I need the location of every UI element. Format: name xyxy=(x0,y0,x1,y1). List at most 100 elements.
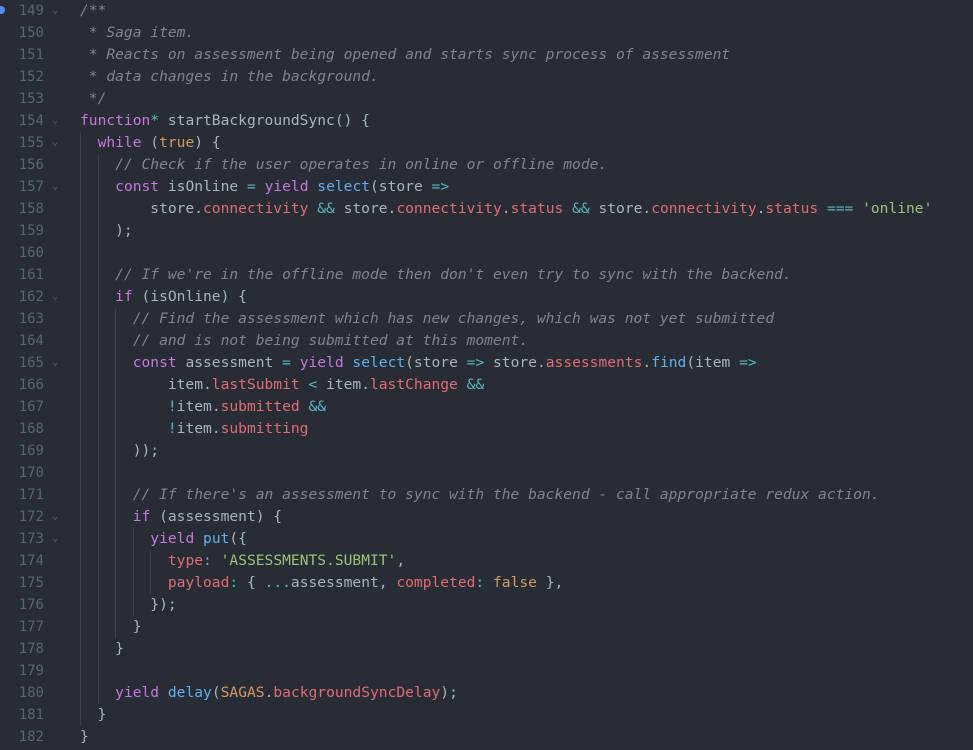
fold-chevron-icon[interactable]: ⌄ xyxy=(49,352,61,374)
code-text[interactable]: } xyxy=(80,704,107,726)
code-text[interactable]: yield put({ xyxy=(80,528,247,550)
code-text[interactable]: const assessment = yield select(store =>… xyxy=(80,352,757,374)
line-number[interactable]: 152 xyxy=(0,66,44,88)
line-number[interactable]: 181 xyxy=(0,704,44,726)
code-line[interactable]: 163 // Find the assessment which has new… xyxy=(0,308,973,330)
line-number[interactable]: 177 xyxy=(0,616,44,638)
code-text[interactable]: // Find the assessment which has new cha… xyxy=(80,308,774,330)
code-line[interactable]: 166 item.lastSubmit < item.lastChange && xyxy=(0,374,973,396)
code-line[interactable]: 156 // Check if the user operates in onl… xyxy=(0,154,973,176)
code-line[interactable]: 151 * Reacts on assessment being opened … xyxy=(0,44,973,66)
line-number[interactable]: 174 xyxy=(0,550,44,572)
line-number[interactable]: 166 xyxy=(0,374,44,396)
code-line[interactable]: 174 type: 'ASSESSMENTS.SUBMIT', xyxy=(0,550,973,572)
line-number[interactable]: 169 xyxy=(0,440,44,462)
code-line[interactable]: 159 ); xyxy=(0,220,973,242)
code-text[interactable]: } xyxy=(80,726,89,748)
line-number[interactable]: 149 xyxy=(0,0,44,22)
code-text[interactable]: item.lastSubmit < item.lastChange && xyxy=(80,374,484,396)
code-text[interactable]: type: 'ASSESSMENTS.SUBMIT', xyxy=(80,550,405,572)
code-text[interactable]: }); xyxy=(80,594,176,616)
code-line[interactable]: 154 ⌄ function* startBackgroundSync() { xyxy=(0,110,973,132)
code-line[interactable]: 179 xyxy=(0,660,973,682)
line-number[interactable]: 151 xyxy=(0,44,44,66)
line-number[interactable]: 160 xyxy=(0,242,44,264)
line-number[interactable]: 157 xyxy=(0,176,44,198)
code-text[interactable]: )); xyxy=(80,440,159,462)
line-number[interactable]: 165 xyxy=(0,352,44,374)
code-line[interactable]: 173 ⌄ yield put({ xyxy=(0,528,973,550)
line-number[interactable]: 172 xyxy=(0,506,44,528)
code-line[interactable]: 170 xyxy=(0,462,973,484)
fold-chevron-icon[interactable]: ⌄ xyxy=(49,0,61,22)
code-line[interactable]: 153 */ xyxy=(0,88,973,110)
line-number[interactable]: 153 xyxy=(0,88,44,110)
code-text[interactable]: * Saga item. xyxy=(80,22,194,44)
code-line[interactable]: 150 * Saga item. xyxy=(0,22,973,44)
code-text[interactable]: * data changes in the background. xyxy=(80,66,379,88)
fold-chevron-icon[interactable]: ⌄ xyxy=(49,528,61,550)
code-text[interactable]: } xyxy=(80,616,142,638)
code-text[interactable]: ); xyxy=(80,220,133,242)
line-number[interactable]: 179 xyxy=(0,660,44,682)
line-number[interactable]: 162 xyxy=(0,286,44,308)
code-text[interactable]: // Check if the user operates in online … xyxy=(80,154,607,176)
code-line[interactable]: 158 store.connectivity && store.connecti… xyxy=(0,198,973,220)
code-text[interactable]: !item.submitted && xyxy=(80,396,326,418)
code-line[interactable]: 172 ⌄ if (assessment) { xyxy=(0,506,973,528)
code-text[interactable]: /** xyxy=(80,0,106,22)
code-text[interactable]: while (true) { xyxy=(80,132,221,154)
code-text[interactable]: // and is not being submitted at this mo… xyxy=(80,330,528,352)
code-line[interactable]: 164 // and is not being submitted at thi… xyxy=(0,330,973,352)
code-line[interactable]: 161 // If we're in the offline mode then… xyxy=(0,264,973,286)
code-line[interactable]: 160 xyxy=(0,242,973,264)
line-number[interactable]: 156 xyxy=(0,154,44,176)
code-text[interactable]: const isOnline = yield select(store => xyxy=(80,176,449,198)
code-line[interactable]: 149 ⌄ /** xyxy=(0,0,973,22)
line-number[interactable]: 175 xyxy=(0,572,44,594)
code-line[interactable]: 178 } xyxy=(0,638,973,660)
code-line[interactable]: 177 } xyxy=(0,616,973,638)
line-number[interactable]: 178 xyxy=(0,638,44,660)
fold-chevron-icon[interactable]: ⌄ xyxy=(49,176,61,198)
fold-chevron-icon[interactable]: ⌄ xyxy=(49,286,61,308)
code-line[interactable]: 176 }); xyxy=(0,594,973,616)
code-line[interactable]: 155 ⌄ while (true) { xyxy=(0,132,973,154)
code-line[interactable]: 168 !item.submitting xyxy=(0,418,973,440)
code-text[interactable]: !item.submitting xyxy=(80,418,309,440)
line-number[interactable]: 164 xyxy=(0,330,44,352)
code-text[interactable]: function* startBackgroundSync() { xyxy=(80,110,370,132)
code-line[interactable]: 181 } xyxy=(0,704,973,726)
code-text[interactable]: yield delay(SAGAS.backgroundSyncDelay); xyxy=(80,682,458,704)
code-text[interactable]: } xyxy=(80,638,124,660)
line-number[interactable]: 180 xyxy=(0,682,44,704)
fold-chevron-icon[interactable]: ⌄ xyxy=(49,506,61,528)
line-number[interactable]: 182 xyxy=(0,726,44,748)
code-line[interactable]: 157 ⌄ const isOnline = yield select(store… xyxy=(0,176,973,198)
code-editor[interactable]: 149 ⌄/** 150 * Saga item. 151 * Reacts on a… xyxy=(0,0,973,750)
code-line[interactable]: 167 !item.submitted && xyxy=(0,396,973,418)
code-text[interactable]: // If we're in the offline mode then don… xyxy=(80,264,792,286)
line-number[interactable]: 171 xyxy=(0,484,44,506)
code-line[interactable]: 165 ⌄ const assessment = yield select(sto… xyxy=(0,352,973,374)
code-text[interactable]: if (assessment) { xyxy=(80,506,282,528)
line-number[interactable]: 161 xyxy=(0,264,44,286)
code-text[interactable]: */ xyxy=(80,88,107,110)
fold-chevron-icon[interactable]: ⌄ xyxy=(49,132,61,154)
line-number[interactable]: 163 xyxy=(0,308,44,330)
line-number[interactable]: 158 xyxy=(0,198,44,220)
line-number[interactable]: 154 xyxy=(0,110,44,132)
code-line[interactable]: 182} xyxy=(0,726,973,748)
line-number[interactable]: 159 xyxy=(0,220,44,242)
code-line[interactable]: 180 yield delay(SAGAS.backgroundSyncDela… xyxy=(0,682,973,704)
code-line[interactable]: 175 payload: { ...assessment, completed:… xyxy=(0,572,973,594)
line-number[interactable]: 173 xyxy=(0,528,44,550)
code-text[interactable]: // If there's an assessment to sync with… xyxy=(80,484,880,506)
line-number[interactable]: 150 xyxy=(0,22,44,44)
line-number[interactable]: 176 xyxy=(0,594,44,616)
line-number[interactable]: 167 xyxy=(0,396,44,418)
line-number[interactable]: 168 xyxy=(0,418,44,440)
code-text[interactable]: payload: { ...assessment, completed: fal… xyxy=(80,572,563,594)
code-text[interactable]: * Reacts on assessment being opened and … xyxy=(80,44,730,66)
line-number[interactable]: 155 xyxy=(0,132,44,154)
